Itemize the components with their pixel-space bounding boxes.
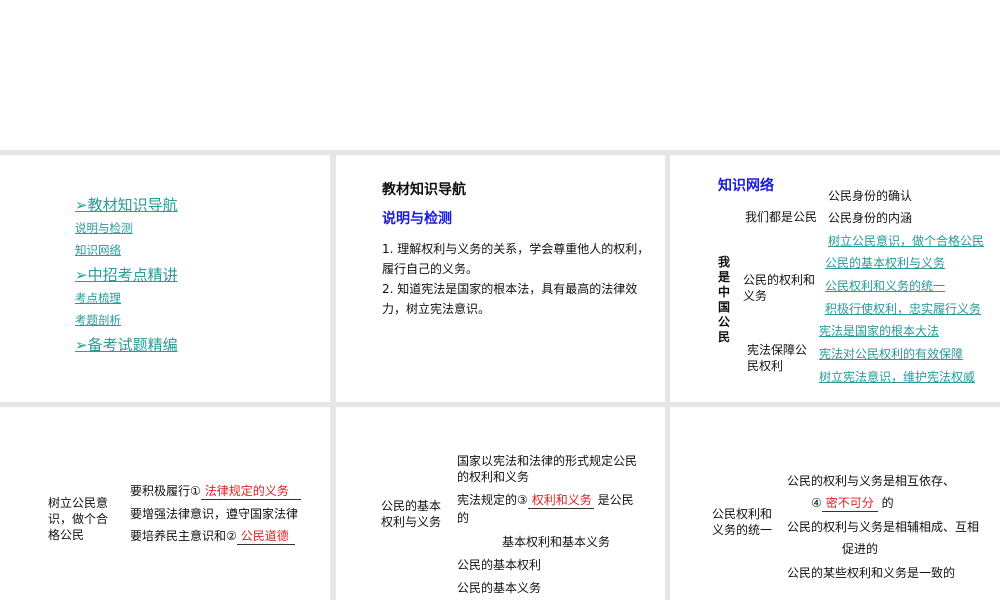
branch-2-link[interactable]: 公民权利和义务的统一: [825, 278, 945, 294]
slide-title: 知识网络: [718, 178, 774, 194]
slide-1-outline[interactable]: ➢教材知识导航 说明与检测 知识网络 ➢中招考点精讲 考点梳理 考题剖析 ➢备考…: [0, 155, 330, 402]
arrow-bullet-icon: ➢: [75, 336, 88, 354]
nav-link-practice-questions[interactable]: ➢备考试题精编: [75, 335, 178, 355]
arrow-bullet-icon: ➢: [75, 266, 88, 284]
branch-3-link[interactable]: 宪法对公民权利的有效保障: [819, 346, 963, 362]
slide-5-basic-rights[interactable]: 公民的基本权利与义务 国家以宪法和法律的形式规定公民的权利和义务 宪法规定的③ 权…: [336, 407, 665, 600]
point-3: 基本权利和基本义务: [502, 535, 611, 549]
nav-link-explanation[interactable]: 说明与检测: [75, 220, 133, 236]
nav-link-exam-points[interactable]: ➢中招考点精讲: [75, 265, 178, 285]
point-2: 要增强法律意识，遵守国家法律: [130, 507, 299, 521]
answer-2: 公民道德: [236, 528, 295, 545]
branch-3-link[interactable]: 树立宪法意识，维护宪法权威: [819, 369, 975, 385]
point-5: 公民的基本义务: [457, 581, 542, 595]
goal-1-line-2: 履行自己的义务。: [382, 262, 479, 276]
slide-title: 教材知识导航: [382, 182, 466, 198]
nav-link-knowledge-network[interactable]: 知识网络: [75, 242, 121, 258]
slide-3-knowledge-network[interactable]: 知识网络 我是中国公民 我们都是公民 公民身份的确认 公民身份的内涵 公民的权利…: [670, 155, 1000, 402]
topic-label: 公民的基本权利与义务: [381, 499, 442, 529]
point-4: 公民的基本权利: [457, 558, 542, 572]
nav-link-points-review[interactable]: 考点梳理: [75, 290, 121, 306]
point-3: 要培养民主意识和② 公民道德: [130, 528, 295, 545]
point-2-cont: 促进的: [842, 542, 879, 556]
goal-2-line-1: 2. 知道宪法是国家的根本法，具有最高的法律效: [382, 282, 638, 296]
top-blank-area: [0, 0, 1000, 150]
branch-2: 公民的权利和义务: [743, 273, 816, 303]
branch-2-link[interactable]: 树立公民意识，做个合格公民: [828, 233, 984, 249]
branch-2-link[interactable]: 积极行使权利，忠实履行义务: [825, 301, 981, 317]
point-1: 公民的权利与义务是相互依存、: [787, 474, 956, 488]
slide-subtitle: 说明与检测: [382, 211, 452, 227]
topic-label: 树立公民意识，做个合格公民: [48, 496, 109, 542]
branch-1-item: 公民身份的内涵: [828, 211, 913, 225]
answer-4: 密不可分: [821, 495, 878, 512]
goal-2-line-2: 力，树立宪法意识。: [382, 302, 491, 316]
slide-2-explanation[interactable]: 教材知识导航 说明与检测 1. 理解权利与义务的关系，学会尊重他人的权利， 履行…: [336, 155, 665, 402]
slide-6-unity-rights-duties[interactable]: 公民权利和义务的统一 公民的权利与义务是相互依存、 ④ 密不可分 的 公民的权利与…: [670, 407, 1000, 600]
point-1: 国家以宪法和法律的形式规定公民的权利和义务: [457, 454, 638, 484]
point-2: 宪法规定的③ 权利和义务 是公民: [457, 492, 634, 509]
answer-1: 法律规定的义务: [200, 483, 301, 500]
branch-3: 宪法保障公民权利: [747, 343, 808, 373]
point-3: 公民的某些权利和义务是一致的: [787, 566, 956, 580]
root-node: 我是中国公民: [718, 255, 731, 344]
branch-1-item: 公民身份的确认: [828, 189, 913, 203]
topic-label: 公民权利和义务的统一: [712, 507, 773, 537]
branch-2-link[interactable]: 公民的基本权利与义务: [825, 255, 945, 271]
answer-3: 权利和义务: [527, 492, 594, 509]
arrow-bullet-icon: ➢: [75, 196, 88, 214]
point-2-cont: 的: [457, 511, 470, 525]
nav-link-question-analysis[interactable]: 考题剖析: [75, 312, 121, 328]
point-1-cont: ④ 密不可分 的: [811, 495, 894, 512]
nav-link-textbook-navigation[interactable]: ➢教材知识导航: [75, 195, 178, 215]
branch-3-link[interactable]: 宪法是国家的根本大法: [819, 323, 939, 339]
branch-1: 我们都是公民: [745, 210, 818, 224]
point-1: 要积极履行① 法律规定的义务: [130, 483, 301, 500]
goal-1-line-1: 1. 理解权利与义务的关系，学会尊重他人的权利，: [382, 242, 650, 256]
point-2: 公民的权利与义务是相辅相成、互相: [787, 520, 980, 534]
slide-4-citizen-awareness[interactable]: 树立公民意识，做个合格公民 要积极履行① 法律规定的义务 要增强法律意识，遵守国家…: [0, 407, 330, 600]
